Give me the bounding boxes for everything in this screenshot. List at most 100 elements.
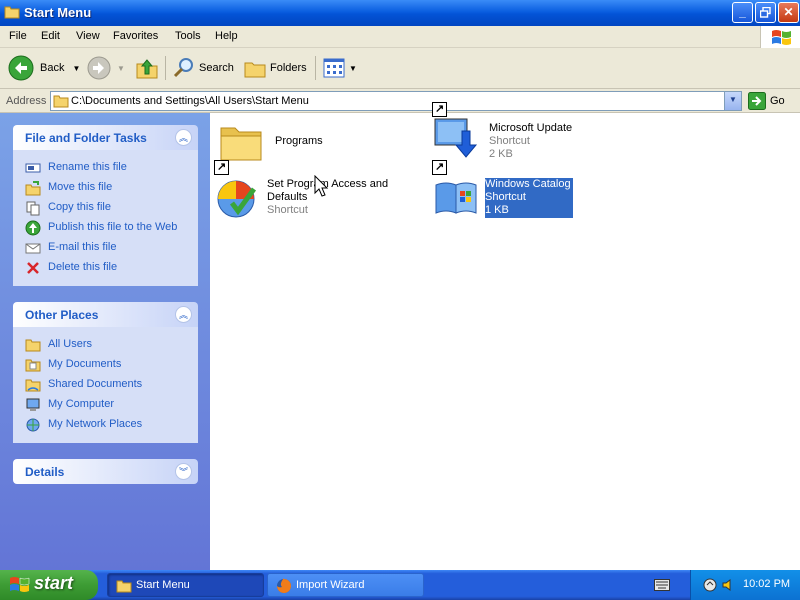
windows-catalog-icon bbox=[435, 182, 477, 214]
volume-tray-icon[interactable] bbox=[721, 578, 735, 592]
views-button[interactable]: ▼ bbox=[323, 54, 357, 82]
microsoft-update-icon bbox=[434, 118, 478, 158]
back-button[interactable]: Back ▼ bbox=[8, 54, 80, 82]
firefox-icon bbox=[277, 578, 291, 593]
place-label: My Network Places bbox=[48, 418, 143, 430]
folders-icon bbox=[244, 62, 266, 78]
restore-icon bbox=[759, 6, 771, 18]
computer-icon bbox=[26, 398, 40, 411]
task-rename[interactable]: Rename this file bbox=[13, 158, 198, 178]
program-access-icon bbox=[217, 180, 257, 218]
panel-title: File and Folder Tasks bbox=[25, 131, 147, 145]
back-arrow-icon bbox=[8, 55, 34, 81]
place-my-documents[interactable]: My Documents bbox=[13, 355, 198, 375]
collapse-chevron-icon[interactable]: ︽ bbox=[175, 306, 192, 323]
task-publish[interactable]: Publish this file to the Web bbox=[13, 218, 198, 238]
panel-body: All Users My Documents Shared Documents … bbox=[13, 327, 198, 443]
menu-view[interactable]: View bbox=[76, 30, 100, 42]
shortcut-overlay-icon: ↗ bbox=[432, 160, 447, 175]
search-label: Search bbox=[199, 62, 234, 74]
title-bar: Start Menu _ ✕ bbox=[0, 0, 800, 26]
task-label: Delete this file bbox=[48, 261, 118, 273]
panel-header[interactable]: Details ︾ bbox=[13, 459, 198, 484]
address-input[interactable]: C:\Documents and Settings\All Users\Star… bbox=[50, 91, 742, 111]
chevron-down-icon: ▼ bbox=[729, 95, 737, 104]
file-size: 2 KB bbox=[489, 148, 513, 160]
menu-favorites[interactable]: Favorites bbox=[113, 30, 158, 42]
network-icon bbox=[26, 418, 40, 432]
folder-icon bbox=[4, 6, 20, 19]
folder-icon bbox=[25, 339, 41, 352]
clock[interactable]: 10:02 PM bbox=[743, 578, 790, 590]
task-delete[interactable]: Delete this file bbox=[13, 258, 198, 278]
place-network-places[interactable]: My Network Places bbox=[13, 415, 198, 435]
task-label: Publish this file to the Web bbox=[48, 221, 178, 233]
forward-button[interactable]: ▼ bbox=[87, 54, 125, 82]
menu-edit[interactable]: Edit bbox=[41, 30, 60, 42]
task-label: Move this file bbox=[48, 181, 113, 193]
place-label: My Documents bbox=[48, 358, 122, 370]
panel-header[interactable]: File and Folder Tasks ︽ bbox=[13, 125, 198, 150]
place-label: Shared Documents bbox=[48, 378, 143, 390]
task-label: Rename this file bbox=[48, 161, 127, 173]
taskbar-item-import-wizard[interactable]: Import Wizard bbox=[267, 573, 424, 597]
file-type: Shortcut bbox=[267, 204, 308, 216]
taskbar-item-label: Start Menu bbox=[136, 579, 190, 591]
network-tray-icon[interactable] bbox=[703, 578, 717, 592]
panel-header[interactable]: Other Places ︽ bbox=[13, 302, 198, 327]
expand-chevron-icon[interactable]: ︾ bbox=[175, 463, 192, 480]
file-name: Microsoft Update bbox=[489, 122, 573, 134]
file-folder-tasks-panel: File and Folder Tasks ︽ Rename this file… bbox=[13, 125, 198, 286]
place-label: My Computer bbox=[48, 398, 115, 410]
taskbar-item-start-menu[interactable]: Start Menu bbox=[107, 573, 264, 597]
chevron-down-icon[interactable]: ▼ bbox=[349, 64, 357, 73]
menu-bar: File Edit View Favorites Tools Help bbox=[0, 26, 800, 48]
file-name: Programs bbox=[275, 135, 323, 147]
minimize-button[interactable]: _ bbox=[732, 2, 753, 23]
maximize-button[interactable] bbox=[755, 2, 776, 23]
task-copy[interactable]: Copy this file bbox=[13, 198, 198, 218]
task-email[interactable]: E-mail this file bbox=[13, 238, 198, 258]
start-button[interactable]: start bbox=[0, 570, 98, 600]
copy-icon bbox=[26, 201, 40, 216]
selected-file-label: Windows Catalog Shortcut 1 KB bbox=[485, 178, 573, 218]
mouse-cursor-icon bbox=[314, 175, 328, 197]
folders-button[interactable]: Folders bbox=[243, 54, 307, 82]
menu-tools[interactable]: Tools bbox=[175, 30, 201, 42]
file-type: Shortcut bbox=[485, 191, 526, 203]
other-places-panel: Other Places ︽ All Users My Documents Sh… bbox=[13, 302, 198, 443]
menu-help[interactable]: Help bbox=[215, 30, 238, 42]
place-all-users[interactable]: All Users bbox=[13, 335, 198, 355]
keyboard-icon[interactable] bbox=[654, 579, 670, 591]
system-tray: 10:02 PM bbox=[690, 570, 800, 600]
start-label: start bbox=[34, 573, 74, 593]
go-button[interactable]: Go bbox=[748, 92, 785, 110]
globe-icon bbox=[25, 220, 41, 236]
search-button[interactable]: Search bbox=[172, 54, 234, 82]
windows-flag-icon bbox=[10, 577, 30, 592]
chevron-down-icon[interactable]: ▼ bbox=[117, 64, 125, 73]
details-panel: Details ︾ bbox=[13, 459, 198, 484]
taskbar: start Start Menu Import Wizard 10:02 PM bbox=[0, 570, 800, 600]
folders-label: Folders bbox=[270, 62, 307, 74]
back-label: Back bbox=[40, 62, 65, 74]
address-dropdown-button[interactable]: ▼ bbox=[724, 92, 741, 110]
up-folder-icon bbox=[136, 59, 158, 79]
file-list-view: Programs ↗ Microsoft Update Shortcut 2 K… bbox=[210, 102, 800, 570]
task-label: E-mail this file bbox=[48, 241, 117, 253]
windows-logo bbox=[760, 26, 800, 48]
menu-file[interactable]: File bbox=[9, 30, 27, 42]
address-path: C:\Documents and Settings\All Users\Star… bbox=[71, 95, 309, 107]
task-move[interactable]: Move this file bbox=[13, 178, 198, 198]
place-my-computer[interactable]: My Computer bbox=[13, 395, 198, 415]
panel-body: Rename this file Move this file Copy thi… bbox=[13, 150, 198, 286]
taskbar-item-label: Import Wizard bbox=[296, 579, 365, 591]
window-title: Start Menu bbox=[24, 5, 92, 20]
close-button[interactable]: ✕ bbox=[778, 2, 799, 23]
up-folder-button[interactable] bbox=[135, 54, 159, 82]
panel-title: Other Places bbox=[25, 308, 99, 322]
collapse-chevron-icon[interactable]: ︽ bbox=[175, 129, 192, 146]
place-shared-documents[interactable]: Shared Documents bbox=[13, 375, 198, 395]
place-label: All Users bbox=[48, 338, 93, 350]
chevron-down-icon[interactable]: ▼ bbox=[72, 64, 80, 73]
